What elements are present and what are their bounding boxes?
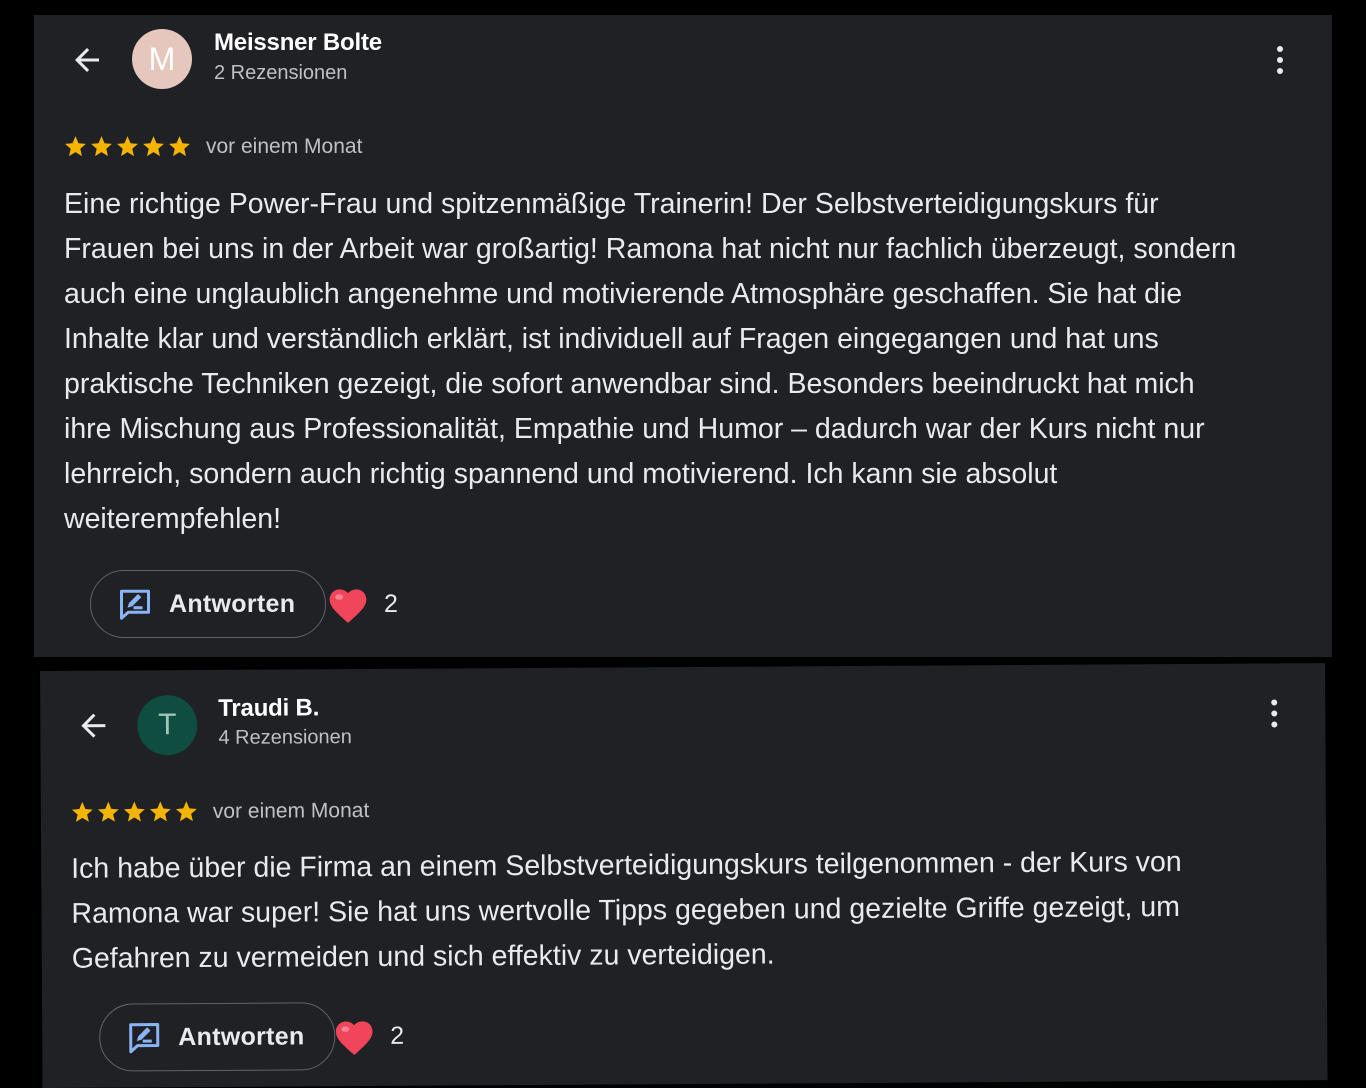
- star-rating: [70, 799, 199, 825]
- star-icon: [175, 801, 197, 822]
- back-arrow-icon[interactable]: [67, 40, 107, 80]
- heart-icon: [329, 589, 367, 623]
- rating-row: vor einem Monat: [70, 798, 370, 825]
- reviewer-name[interactable]: Meissner Bolte: [214, 29, 382, 57]
- review-count: 2 Rezensionen: [214, 62, 348, 84]
- like-button[interactable]: 2: [332, 1015, 404, 1057]
- reply-button[interactable]: Antworten: [90, 570, 327, 638]
- star-rating: [63, 134, 192, 159]
- reply-icon: [120, 589, 150, 620]
- review-card: T Traudi B. 4 Rezensionen vor einem Mona…: [40, 663, 1328, 1088]
- review-date: vor einem Monat: [206, 134, 363, 158]
- like-button[interactable]: 2: [326, 583, 398, 625]
- star-icon: [71, 801, 93, 822]
- avatar[interactable]: T: [137, 695, 198, 756]
- review-text: Eine richtige Power-Frau und spitzenmäßi…: [64, 188, 1237, 535]
- back-arrow-icon[interactable]: [73, 706, 113, 746]
- like-count: 2: [390, 1021, 405, 1050]
- more-options-icon[interactable]: [1268, 40, 1292, 80]
- star-icon: [97, 801, 119, 822]
- star-icon: [117, 136, 138, 157]
- reviewer-name[interactable]: Traudi B.: [218, 694, 319, 723]
- reply-button[interactable]: Antworten: [99, 1002, 336, 1072]
- star-icon: [65, 136, 86, 157]
- star-icon: [169, 136, 190, 157]
- rating-row: vor einem Monat: [63, 134, 362, 159]
- review-text: Ich habe über die Firma an einem Selbstv…: [71, 846, 1182, 975]
- avatar-letter: M: [148, 40, 176, 77]
- heart-icon: [335, 1021, 373, 1055]
- review-count: 4 Rezensionen: [218, 726, 352, 749]
- like-count: 2: [384, 589, 398, 618]
- reply-label: Antworten: [169, 589, 296, 618]
- star-icon: [143, 136, 164, 157]
- avatar[interactable]: M: [132, 29, 192, 89]
- review-card: M Meissner Bolte 2 Rezensionen vor einem…: [34, 15, 1332, 657]
- reply-icon: [129, 1023, 160, 1054]
- star-icon: [91, 136, 112, 157]
- more-options-icon[interactable]: [1262, 693, 1286, 733]
- reply-label: Antworten: [178, 1021, 305, 1051]
- review-date: vor einem Monat: [212, 798, 370, 823]
- star-icon: [123, 801, 145, 822]
- star-icon: [149, 801, 171, 822]
- avatar-letter: T: [158, 708, 177, 742]
